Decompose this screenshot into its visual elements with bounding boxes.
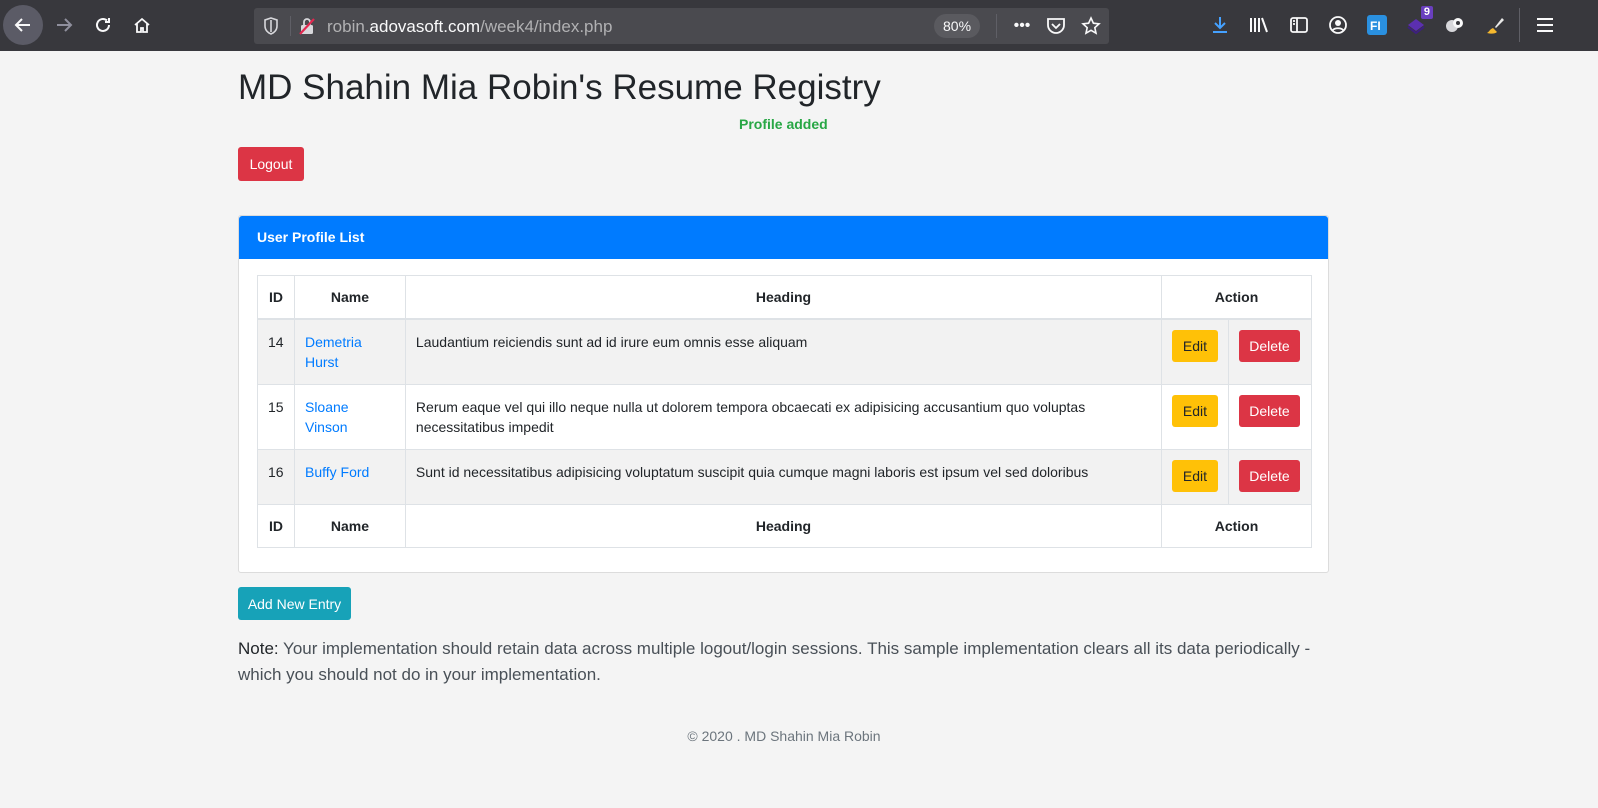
zoom-level[interactable]: 80%: [934, 14, 981, 38]
url-bar[interactable]: robin.adovasoft.com/week4/index.php 80% …: [254, 8, 1109, 44]
footer-header-name: Name: [293, 503, 406, 548]
logout-button[interactable]: Logout: [238, 147, 304, 181]
browser-toolbar: robin.adovasoft.com/week4/index.php 80% …: [0, 0, 1598, 51]
cell-name: Demetria Hurst: [293, 318, 406, 385]
page-title: MD Shahin Mia Robin's Resume Registry: [238, 68, 881, 107]
shield-icon[interactable]: [262, 16, 280, 41]
footer-header-action: Action: [1160, 503, 1313, 548]
bookmark-star-icon[interactable]: [1079, 14, 1103, 38]
flash-message: Profile added: [739, 116, 828, 132]
note-paragraph: Note: Your implementation should retain …: [238, 636, 1328, 688]
table-row: 14 Demetria Hurst Laudantium reiciendis …: [257, 318, 1313, 385]
download-icon[interactable]: [1207, 12, 1233, 38]
table-row: 16 Buffy Ford Sunt id necessitatibus adi…: [257, 448, 1313, 505]
account-icon[interactable]: [1325, 12, 1351, 38]
note-label: Note:: [238, 639, 279, 658]
circles-extension-icon[interactable]: [1442, 12, 1468, 38]
column-header-heading: Heading: [404, 275, 1162, 320]
delete-button[interactable]: Delete: [1238, 459, 1300, 492]
table-row: 15 Sloane Vinson Rerum eaque vel qui ill…: [257, 383, 1313, 450]
profile-link[interactable]: Sloane Vinson: [305, 399, 349, 435]
cell-heading: Rerum eaque vel qui illo neque nulla ut …: [404, 383, 1162, 450]
fi-extension-icon[interactable]: FI: [1364, 12, 1390, 38]
home-icon[interactable]: [122, 5, 162, 45]
cell-name: Sloane Vinson: [293, 383, 406, 450]
cell-heading: Sunt id necessitatibus adipisicing volup…: [404, 448, 1162, 505]
column-header-action: Action: [1160, 275, 1313, 320]
reload-icon[interactable]: [83, 5, 123, 45]
brush-extension-icon[interactable]: [1482, 12, 1508, 38]
edit-button[interactable]: Edit: [1171, 329, 1218, 362]
back-arrow-icon[interactable]: [3, 5, 43, 45]
edit-button[interactable]: Edit: [1171, 459, 1218, 492]
cell-id: 15: [257, 383, 295, 450]
insecure-lock-icon[interactable]: [298, 16, 316, 41]
cell-heading: Laudantium reiciendis sunt ad id irure e…: [404, 318, 1162, 385]
library-icon[interactable]: [1246, 12, 1272, 38]
pocket-icon[interactable]: [1044, 14, 1068, 38]
footer-header-id: ID: [257, 503, 295, 548]
cell-id: 14: [257, 318, 295, 385]
cell-name: Buffy Ford: [293, 448, 406, 505]
sidebar-icon[interactable]: [1286, 12, 1312, 38]
add-new-entry-button[interactable]: Add New Entry: [238, 587, 351, 620]
edit-button[interactable]: Edit: [1171, 394, 1218, 427]
profile-list-card: User Profile List ID Name Heading Action…: [238, 215, 1329, 573]
more-actions-icon[interactable]: •••: [1010, 14, 1034, 38]
note-text: Your implementation should retain data a…: [238, 639, 1311, 684]
svg-text:FI: FI: [1370, 19, 1381, 33]
footer-copyright: © 2020 . MD Shahin Mia Robin: [687, 728, 881, 744]
urlbar-divider: [290, 16, 291, 36]
cell-delete: Delete: [1227, 448, 1313, 505]
card-header: User Profile List: [239, 216, 1328, 259]
column-header-id: ID: [257, 275, 295, 320]
delete-button[interactable]: Delete: [1238, 394, 1300, 427]
extension-badge-count: 9: [1420, 6, 1433, 19]
profile-table: ID Name Heading Action 14 Demetria Hurst…: [257, 275, 1313, 548]
forward-arrow-icon[interactable]: [44, 5, 84, 45]
cell-delete: Delete: [1227, 318, 1313, 385]
cell-edit: Edit: [1160, 318, 1229, 385]
cell-edit: Edit: [1160, 448, 1229, 505]
delete-button[interactable]: Delete: [1238, 329, 1300, 362]
url-text[interactable]: robin.adovasoft.com/week4/index.php: [327, 17, 612, 37]
profile-link[interactable]: Demetria Hurst: [305, 334, 362, 370]
cell-delete: Delete: [1227, 383, 1313, 450]
profile-link[interactable]: Buffy Ford: [305, 464, 369, 480]
urlbar-divider: [996, 14, 997, 38]
extension-badge-icon[interactable]: 9: [1403, 6, 1433, 38]
cell-id: 16: [257, 448, 295, 505]
menu-hamburger-icon[interactable]: [1532, 12, 1558, 38]
cell-edit: Edit: [1160, 383, 1229, 450]
toolbar-divider: [1519, 8, 1520, 42]
footer-header-heading: Heading: [404, 503, 1162, 548]
column-header-name: Name: [293, 275, 406, 320]
